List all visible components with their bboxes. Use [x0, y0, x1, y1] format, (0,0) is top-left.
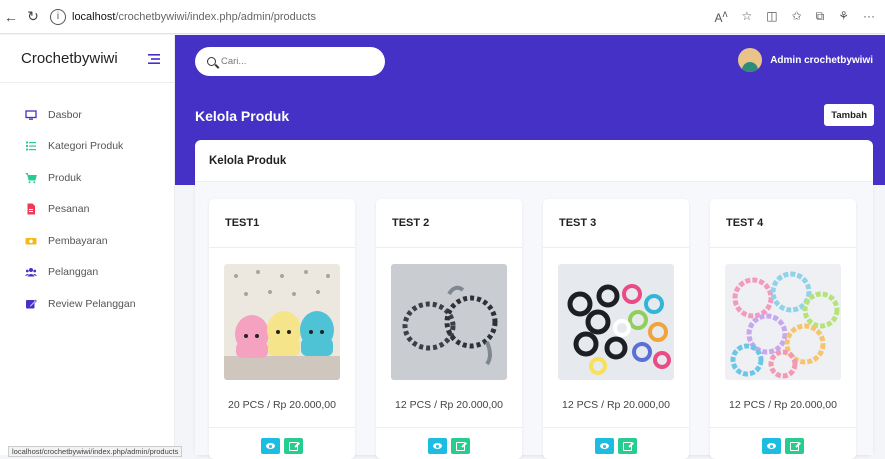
edit-icon [790, 441, 799, 451]
edit-button[interactable] [618, 438, 637, 454]
product-stock-price: 12 PCS / Rp 20.000,00 [395, 399, 503, 411]
product-card: TEST 4 12 PCS / Rp 20.000,00 [710, 199, 856, 459]
hamburger-menu-icon[interactable] [148, 53, 160, 64]
product-actions [710, 427, 856, 459]
sidebar-item-review-pelanggan[interactable]: Review Pelanggan [0, 288, 174, 320]
monitor-icon [25, 110, 37, 120]
card-title: Kelola Produk [195, 140, 873, 182]
address-bar[interactable]: i localhost/crochetbywiwi/index.php/admi… [50, 6, 714, 28]
brand-name[interactable]: Crochetbywiwi [21, 50, 118, 67]
edit-icon [456, 441, 465, 451]
sidebar-item-label: Pelanggan [48, 266, 99, 279]
product-name: TEST 4 [710, 199, 856, 248]
user-name: Admin crochetbywiwi [770, 54, 873, 66]
product-name: TEST1 [209, 199, 355, 248]
sidebar-item-produk[interactable]: Produk [0, 162, 174, 194]
products-card: Kelola Produk TEST1 20 PCS / Rp 20.000,0… [195, 140, 873, 459]
edit-icon [623, 441, 632, 451]
sidebar-item-label: Produk [48, 171, 82, 184]
edit-button[interactable] [451, 438, 470, 454]
product-stock-price: 20 PCS / Rp 20.000,00 [228, 399, 336, 411]
product-stock-price: 12 PCS / Rp 20.000,00 [729, 399, 837, 411]
eye-icon [266, 443, 275, 449]
sidebar-item-label: Kategori Produk [48, 140, 124, 153]
more-menu-icon[interactable]: ··· [863, 9, 875, 25]
edit-icon [26, 299, 37, 309]
eye-icon [767, 443, 776, 449]
view-button[interactable] [261, 438, 280, 454]
product-actions [543, 427, 689, 459]
sidebar-item-label: Pesanan [48, 203, 90, 216]
search-input[interactable]: Cari... [195, 47, 385, 76]
product-stock-price: 12 PCS / Rp 20.000,00 [562, 399, 670, 411]
sidebar-brand: Crochetbywiwi [0, 35, 174, 83]
url-host: localhost [72, 10, 116, 23]
product-card: TEST 2 12 PCS / Rp 20.000,00 [376, 199, 522, 459]
product-image-octopus-amigurumi [224, 264, 340, 380]
url-path: /crochetbywiwi/index.php/admin/products [115, 10, 316, 23]
extensions-icon[interactable]: ⚘ [838, 9, 849, 25]
product-grid: TEST1 20 PCS / Rp 20.000,00 TEST 2 12 PC… [195, 182, 873, 459]
collections-icon[interactable]: ⧉ [816, 9, 825, 25]
view-button[interactable] [762, 438, 781, 454]
info-icon[interactable]: i [50, 8, 66, 25]
eye-icon [600, 443, 609, 449]
view-button[interactable] [428, 438, 447, 454]
product-actions [209, 427, 355, 459]
product-card: TEST1 20 PCS / Rp 20.000,00 [209, 199, 355, 459]
users-icon [25, 268, 37, 277]
list-icon [26, 141, 36, 151]
edit-button[interactable] [284, 438, 303, 454]
view-button[interactable] [595, 438, 614, 454]
refresh-icon[interactable]: ↻ [22, 8, 44, 25]
favorites-icon[interactable]: ✩ [792, 9, 802, 25]
sidebar-item-label: Dasbor [48, 108, 82, 121]
user-menu[interactable]: Admin crochetbywiwi [738, 48, 873, 72]
sidebar-item-label: Pembayaran [48, 234, 108, 247]
split-screen-icon[interactable]: ◫ [766, 9, 777, 25]
document-icon [27, 203, 35, 215]
read-aloud-icon[interactable]: Aʌ [714, 9, 727, 25]
edit-icon [289, 441, 298, 451]
sidebar-menu: Dasbor Kategori Produk Produk Pesanan Pe… [0, 99, 174, 320]
product-image-colorful-bracelets [725, 264, 841, 380]
product-image-beaded-bracelets [391, 264, 507, 380]
sidebar-item-pembayaran[interactable]: Pembayaran [0, 225, 174, 257]
sidebar-item-label: Review Pelanggan [48, 297, 136, 310]
sidebar-item-kategori-produk[interactable]: Kategori Produk [0, 131, 174, 163]
product-card: TEST 3 12 PCS / Rp 20.000,00 [543, 199, 689, 459]
page-title: Kelola Produk [195, 108, 290, 124]
back-icon[interactable]: ← [0, 9, 22, 25]
browser-toolbar: ← ↻ i localhost/crochetbywiwi/index.php/… [0, 0, 885, 34]
sidebar-item-pelanggan[interactable]: Pelanggan [0, 257, 174, 289]
sidebar: Crochetbywiwi Dasbor Kategori Produk Pro… [0, 35, 175, 455]
edit-button[interactable] [785, 438, 804, 454]
favorite-star-icon[interactable]: ☆ [741, 9, 752, 25]
money-icon [25, 237, 37, 245]
search-icon [207, 57, 216, 66]
sidebar-item-dasbor[interactable]: Dasbor [0, 99, 174, 131]
eye-icon [433, 443, 442, 449]
cart-icon [25, 172, 37, 184]
status-bar-url: localhost/crochetbywiwi/index.php/admin/… [8, 446, 183, 457]
add-product-button[interactable]: Tambah [824, 104, 874, 126]
product-name: TEST 2 [376, 199, 522, 248]
search-placeholder: Cari... [221, 56, 247, 67]
product-name: TEST 3 [543, 199, 689, 248]
avatar [738, 48, 763, 72]
sidebar-item-pesanan[interactable]: Pesanan [0, 194, 174, 226]
product-actions [376, 427, 522, 459]
product-image-ring-collection [558, 264, 674, 380]
